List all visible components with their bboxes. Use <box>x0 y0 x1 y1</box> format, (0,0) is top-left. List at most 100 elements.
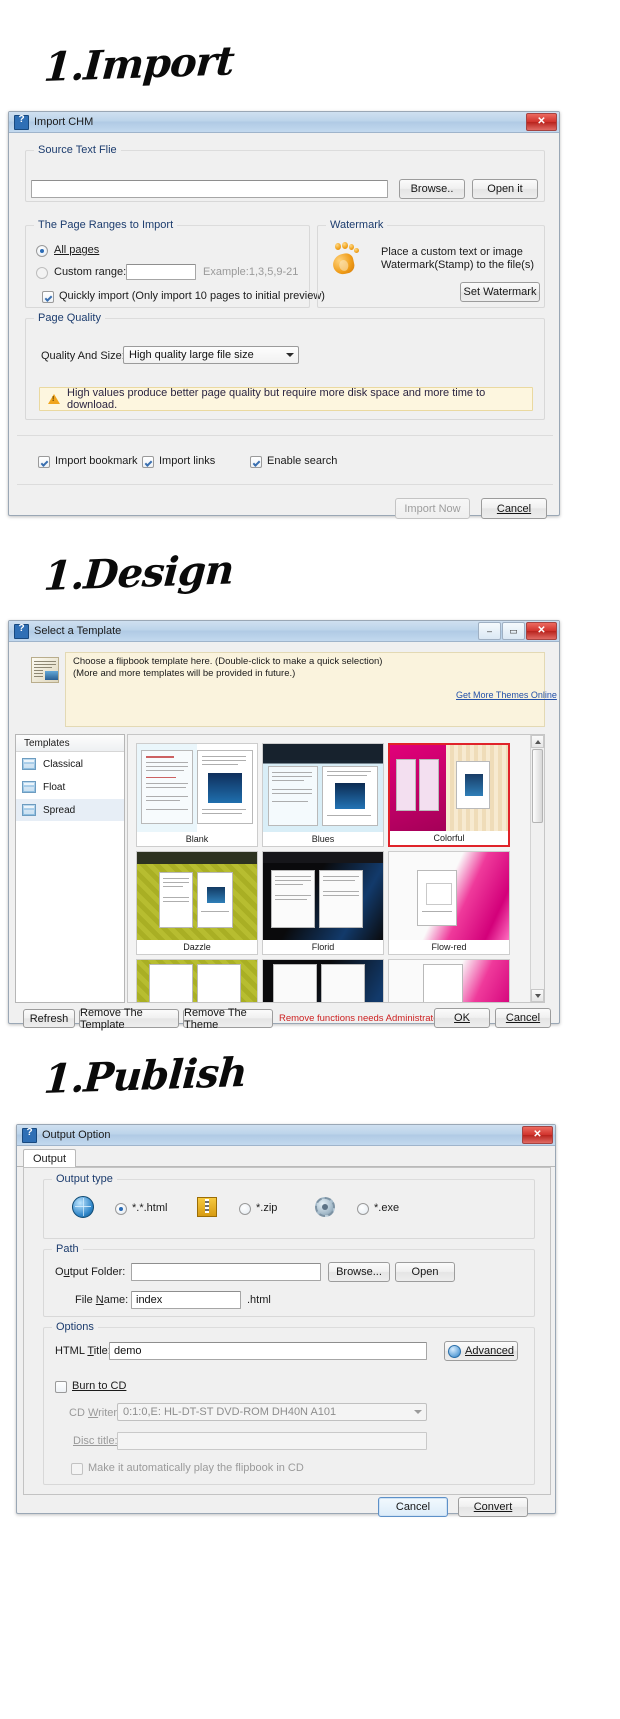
tab-output[interactable]: Output <box>23 1149 77 1167</box>
template-info-line2: (More and more templates will be provide… <box>73 668 296 679</box>
minimize-icon: – <box>486 625 492 636</box>
refresh-button[interactable]: Refresh <box>23 1009 75 1028</box>
template-category-icon <box>22 804 36 816</box>
template-category-icon <box>22 781 36 793</box>
template-grid: Blank Blues Colorful Dazzle Florid Flow-… <box>127 734 545 1003</box>
divider-bottom <box>17 484 553 485</box>
template-card-florid[interactable]: Florid <box>262 851 384 955</box>
template-card-colorful[interactable]: Colorful <box>388 743 510 847</box>
publish-window-buttons: ✕ <box>522 1126 553 1144</box>
advanced-button[interactable]: Advanced <box>444 1341 518 1361</box>
custom-range-input[interactable] <box>126 264 196 280</box>
import-bookmark-checkbox[interactable] <box>38 456 50 468</box>
template-card-partial[interactable] <box>262 959 384 1002</box>
close-button[interactable]: ✕ <box>526 622 557 640</box>
quickly-import-checkbox[interactable] <box>42 291 54 303</box>
output-html-radio[interactable] <box>115 1203 127 1215</box>
scrollbar-thumb[interactable] <box>532 749 543 823</box>
template-card-blank[interactable]: Blank <box>136 743 258 847</box>
publish-dialog-title: Output Option <box>42 1129 111 1141</box>
divider <box>17 435 553 436</box>
remove-template-button[interactable]: Remove The Template <box>79 1006 179 1031</box>
convert-button[interactable]: Convert <box>458 1497 528 1517</box>
template-info-line1: Choose a flipbook template here. (Double… <box>73 656 383 667</box>
open-it-button-label: Open it <box>487 183 523 195</box>
publish-open-button[interactable]: Open <box>395 1262 455 1282</box>
page-quality-group-label: Page Quality <box>34 312 105 324</box>
template-card-label: Colorful <box>390 831 508 845</box>
design-dialog-title: Select a Template <box>34 625 122 637</box>
template-card-flow-red[interactable]: Flow-red <box>388 851 510 955</box>
publish-browse-button[interactable]: Browse... <box>328 1262 390 1282</box>
publish-dialog-titlebar: Output Option ✕ <box>17 1125 555 1146</box>
import-chm-dialog: Import CHM ✕ Source Text Flie Browse.. O… <box>8 111 560 519</box>
template-thumbnail <box>390 745 508 833</box>
remove-theme-button[interactable]: Remove The Theme <box>183 1007 273 1031</box>
minimize-button[interactable]: – <box>478 622 501 640</box>
auto-play-checkbox[interactable] <box>71 1463 83 1475</box>
burn-to-cd-checkbox[interactable] <box>55 1381 67 1393</box>
screenshot-root: 1.Import Import CHM ✕ Source Text Flie B… <box>0 0 620 1719</box>
source-file-group-label: Source Text Flie <box>34 144 121 156</box>
output-html-label: *.*.html <box>132 1202 168 1214</box>
scroll-up-icon[interactable] <box>531 735 544 748</box>
sidebar-item-label: Float <box>43 781 66 793</box>
design-dialog-body: Choose a flipbook template here. (Double… <box>9 641 559 1031</box>
design-cancel-button[interactable]: Cancel <box>495 1008 551 1028</box>
cd-writer-select[interactable]: 0:1:0,E: HL-DT-ST DVD-ROM DH40N A101 <box>117 1403 427 1421</box>
advanced-icon <box>448 1344 462 1358</box>
template-card-dazzle[interactable]: Dazzle <box>136 851 258 955</box>
zip-icon <box>195 1195 221 1219</box>
import-now-button-label: Import Now <box>404 502 461 515</box>
maximize-button[interactable]: ▭ <box>502 622 525 640</box>
output-zip-radio[interactable] <box>239 1203 251 1215</box>
template-card-blues[interactable]: Blues <box>262 743 384 847</box>
sidebar-item-classical[interactable]: Classical <box>16 753 124 775</box>
html-title-input[interactable] <box>109 1342 427 1360</box>
heading-publish: 1.Publish <box>42 1048 249 1103</box>
template-card-partial[interactable] <box>388 959 510 1002</box>
template-card-partial[interactable] <box>136 959 258 1002</box>
enable-search-label: Enable search <box>267 455 338 467</box>
set-watermark-button-label: Set Watermark <box>463 286 537 298</box>
sidebar-item-float[interactable]: Float <box>16 776 124 798</box>
set-watermark-button[interactable]: Set Watermark <box>460 282 540 302</box>
output-folder-input[interactable] <box>131 1263 321 1281</box>
design-ok-button[interactable]: OK <box>434 1008 490 1028</box>
template-grid-scrollbar[interactable] <box>530 735 544 1002</box>
import-cancel-button-label: Cancel <box>496 502 532 515</box>
publish-cancel-button-label: Cancel <box>395 1501 431 1513</box>
enable-search-checkbox[interactable] <box>250 456 262 468</box>
path-group: Path <box>43 1243 535 1317</box>
quality-size-select[interactable]: High quality large file size <box>123 346 299 364</box>
sidebar-item-spread[interactable]: Spread <box>16 799 124 821</box>
app-icon <box>22 1127 37 1143</box>
import-cancel-button[interactable]: Cancel <box>481 498 547 519</box>
template-thumbnail <box>389 960 509 1002</box>
templates-column-header: Templates <box>16 735 124 752</box>
scroll-down-icon[interactable] <box>531 989 544 1002</box>
import-bookmark-label: Import bookmark <box>55 455 138 467</box>
publish-cancel-button[interactable]: Cancel <box>378 1497 448 1517</box>
watermark-desc-line2: Watermark(Stamp) to the file(s) <box>381 259 535 271</box>
burn-to-cd-label: Burn to CD <box>72 1380 127 1392</box>
all-pages-radio[interactable] <box>36 245 48 257</box>
remove-template-button-label: Remove The Template <box>80 1006 143 1031</box>
close-button[interactable]: ✕ <box>526 113 557 131</box>
design-ok-button-label: OK <box>454 1012 470 1024</box>
get-more-themes-link[interactable]: Get More Themes Online <box>456 690 557 700</box>
file-name-input[interactable] <box>131 1291 241 1309</box>
open-it-button[interactable]: Open it <box>472 179 538 199</box>
template-doc-icon <box>31 657 59 683</box>
browse-button[interactable]: Browse.. <box>399 179 465 199</box>
quality-size-value: High quality large file size <box>129 349 254 361</box>
cd-writer-value: 0:1:0,E: HL-DT-ST DVD-ROM DH40N A101 <box>123 1406 337 1418</box>
close-button[interactable]: ✕ <box>522 1126 553 1144</box>
disc-title-label: Disc title: <box>73 1435 118 1447</box>
import-now-button[interactable]: Import Now <box>395 498 470 519</box>
custom-range-radio[interactable] <box>36 267 48 279</box>
disc-title-input[interactable] <box>117 1432 427 1450</box>
output-exe-radio[interactable] <box>357 1203 369 1215</box>
source-file-input[interactable] <box>31 180 388 198</box>
import-links-checkbox[interactable] <box>142 456 154 468</box>
